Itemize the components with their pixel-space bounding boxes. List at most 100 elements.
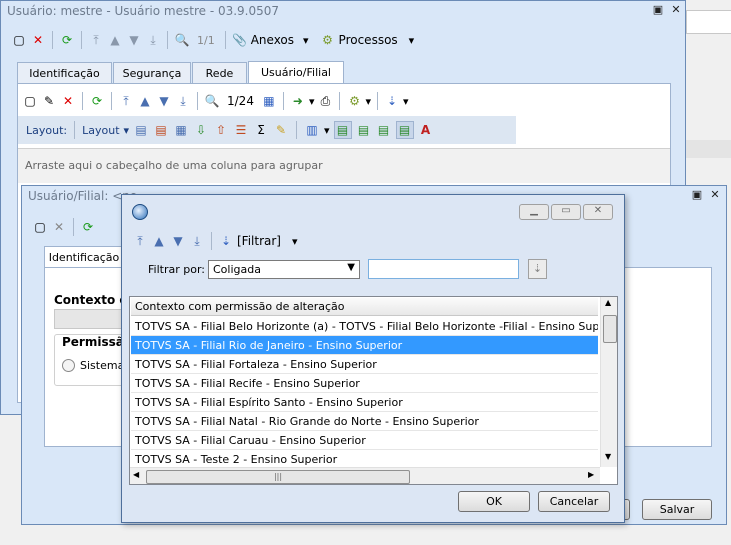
save-button[interactable]: Salvar bbox=[642, 499, 712, 520]
layout-menu[interactable]: Layout bbox=[82, 124, 119, 137]
apply-filter-button[interactable]: ⇣ bbox=[528, 259, 547, 279]
close-icon[interactable]: ✕ bbox=[708, 188, 722, 202]
table-icon[interactable]: ▦ bbox=[173, 122, 189, 138]
filter-icon[interactable]: ⇣ bbox=[384, 93, 400, 109]
sub-record-counter: 1/24 bbox=[227, 94, 254, 108]
export-icon[interactable]: ➜ bbox=[290, 93, 306, 109]
cancel-button[interactable]: Cancelar bbox=[538, 491, 610, 512]
delete-icon[interactable]: ✕ bbox=[60, 93, 76, 109]
vertical-scrollbar[interactable]: ▲ ▼ bbox=[600, 297, 617, 467]
view-2-icon[interactable]: ▤ bbox=[356, 122, 372, 138]
highlight-icon[interactable]: ✎ bbox=[273, 122, 289, 138]
download-icon[interactable]: ⇩ bbox=[193, 122, 209, 138]
new-icon[interactable]: ▢ bbox=[32, 219, 48, 235]
filter-select[interactable]: Coligada ▼ bbox=[208, 260, 360, 279]
filter-select-value: Coligada bbox=[213, 263, 261, 276]
chevron-down-icon[interactable]: ▾ bbox=[303, 34, 309, 47]
list-item[interactable]: TOTVS SA - Filial Natal - Rio Grande do … bbox=[131, 412, 598, 431]
view-4-icon[interactable]: ▤ bbox=[395, 121, 414, 139]
chevron-down-icon[interactable]: ▾ bbox=[124, 124, 130, 137]
layout-toolbar: Layout: Layout ▾ ▤ ▤ ▦ ⇩ ⇧ ☰ Σ ✎ ▥ ▾ ▤ ▤… bbox=[18, 116, 516, 144]
restore-icon[interactable]: ▣ bbox=[690, 188, 704, 202]
font-icon[interactable]: A bbox=[418, 122, 434, 138]
filtrar-por-label: Filtrar por: bbox=[148, 263, 205, 276]
list-item[interactable]: TOTVS SA - Filial Belo Horizonte (a) - T… bbox=[131, 317, 598, 336]
delete-icon[interactable]: ✕ bbox=[30, 32, 46, 48]
new-icon[interactable]: ▢ bbox=[22, 93, 38, 109]
grid-delete-icon[interactable]: ▤ bbox=[153, 122, 169, 138]
processos-menu[interactable]: Processos bbox=[339, 33, 398, 47]
previous-record-icon[interactable]: ▲ bbox=[137, 93, 153, 109]
separator bbox=[111, 92, 112, 110]
first-record-icon[interactable]: ⤒ bbox=[118, 93, 134, 109]
previous-record-icon[interactable]: ▲ bbox=[107, 32, 123, 48]
app-orb-icon bbox=[132, 204, 148, 220]
tab-rede[interactable]: Rede bbox=[192, 62, 247, 83]
first-record-icon[interactable]: ⤒ bbox=[132, 233, 148, 249]
ok-button[interactable]: OK bbox=[458, 491, 530, 512]
process-gear-icon[interactable]: ⚙ bbox=[346, 93, 362, 109]
chevron-down-icon[interactable]: ▾ bbox=[324, 124, 330, 137]
separator bbox=[81, 31, 82, 49]
sistema-radio[interactable] bbox=[62, 359, 75, 372]
tab-seguranca[interactable]: Segurança bbox=[113, 62, 191, 83]
upload-icon[interactable]: ⇧ bbox=[213, 122, 229, 138]
filter-value-input[interactable] bbox=[368, 259, 519, 279]
chevron-down-icon[interactable]: ▾ bbox=[309, 95, 315, 108]
scroll-right-icon[interactable]: ▶ bbox=[588, 470, 594, 479]
chevron-down-icon[interactable]: ▾ bbox=[403, 95, 409, 108]
refresh-icon[interactable]: ⟳ bbox=[89, 93, 105, 109]
last-record-icon[interactable]: ⤓ bbox=[175, 93, 191, 109]
restore-icon[interactable]: ▣ bbox=[651, 3, 665, 17]
search-icon[interactable]: 🔍 bbox=[204, 93, 220, 109]
chevron-down-icon: ▼ bbox=[347, 262, 355, 273]
new-icon[interactable]: ▢ bbox=[11, 32, 27, 48]
close-icon[interactable]: ✕ bbox=[669, 3, 683, 17]
list-header[interactable]: Contexto com permissão de alteração bbox=[131, 298, 598, 316]
edit-icon[interactable]: ✎ bbox=[41, 93, 57, 109]
last-record-icon[interactable]: ⤓ bbox=[145, 32, 161, 48]
search-icon[interactable]: 🔍 bbox=[174, 32, 190, 48]
tab-usuario-filial[interactable]: Usuário/Filial bbox=[248, 61, 344, 84]
horizontal-scrollbar[interactable]: ◀ ||| ▶ bbox=[130, 467, 600, 484]
refresh-icon[interactable]: ⟳ bbox=[80, 219, 96, 235]
list-item[interactable]: TOTVS SA - Filial Fortaleza - Ensino Sup… bbox=[131, 355, 598, 374]
list-item[interactable]: TOTVS SA - Filial Recife - Ensino Superi… bbox=[131, 374, 598, 393]
chevron-down-icon[interactable]: ▾ bbox=[292, 235, 298, 248]
columns-icon[interactable]: ☰ bbox=[233, 122, 249, 138]
view-1-icon[interactable]: ▤ bbox=[333, 121, 352, 139]
scroll-thumb[interactable] bbox=[603, 315, 617, 343]
refresh-icon[interactable]: ⟳ bbox=[59, 32, 75, 48]
grid-icon[interactable]: ▤ bbox=[133, 122, 149, 138]
first-record-icon[interactable]: ⤒ bbox=[88, 32, 104, 48]
previous-record-icon[interactable]: ▲ bbox=[151, 233, 167, 249]
tab-identificacao[interactable]: Identificação bbox=[44, 246, 124, 268]
chevron-down-icon[interactable]: ▾ bbox=[365, 95, 371, 108]
next-record-icon[interactable]: ▼ bbox=[156, 93, 172, 109]
scroll-left-icon[interactable]: ◀ bbox=[133, 470, 139, 479]
list-item[interactable]: TOTVS SA - Filial Caruau - Ensino Superi… bbox=[131, 431, 598, 450]
layout-label: Layout: bbox=[26, 123, 68, 137]
tab-identificacao[interactable]: Identificação bbox=[17, 62, 112, 83]
list-item[interactable]: TOTVS SA - Filial Espírito Santo - Ensin… bbox=[131, 393, 598, 412]
filtrar-menu[interactable]: [Filtrar] bbox=[237, 234, 281, 248]
scroll-down-icon[interactable]: ▼ bbox=[605, 452, 611, 461]
anexos-menu[interactable]: Anexos bbox=[251, 33, 294, 47]
sum-icon[interactable]: Σ bbox=[253, 122, 269, 138]
chevron-down-icon[interactable]: ▾ bbox=[409, 34, 415, 47]
maximize-button[interactable]: ▭ bbox=[551, 204, 581, 220]
chart-icon[interactable]: ▥ bbox=[304, 122, 320, 138]
print-icon[interactable]: ⎙ bbox=[317, 93, 333, 109]
next-record-icon[interactable]: ▼ bbox=[126, 32, 142, 48]
scroll-thumb-horizontal[interactable]: ||| bbox=[146, 470, 410, 484]
minimize-button[interactable]: ▁ bbox=[519, 204, 549, 220]
last-record-icon[interactable]: ⤓ bbox=[189, 233, 205, 249]
calendar-icon[interactable]: ▦ bbox=[261, 93, 277, 109]
scroll-up-icon[interactable]: ▲ bbox=[605, 298, 611, 307]
list-item[interactable]: TOTVS SA - Filial Rio de Janeiro - Ensin… bbox=[131, 336, 598, 355]
next-record-icon[interactable]: ▼ bbox=[170, 233, 186, 249]
view-3-icon[interactable]: ▤ bbox=[376, 122, 392, 138]
close-button[interactable]: ✕ bbox=[583, 204, 613, 220]
filter-dialog: ▁ ▭ ✕ ⤒ ▲ ▼ ⤓ ⇣ [Filtrar] ▾ Filtrar por:… bbox=[121, 194, 625, 523]
delete-icon[interactable]: ✕ bbox=[51, 219, 67, 235]
